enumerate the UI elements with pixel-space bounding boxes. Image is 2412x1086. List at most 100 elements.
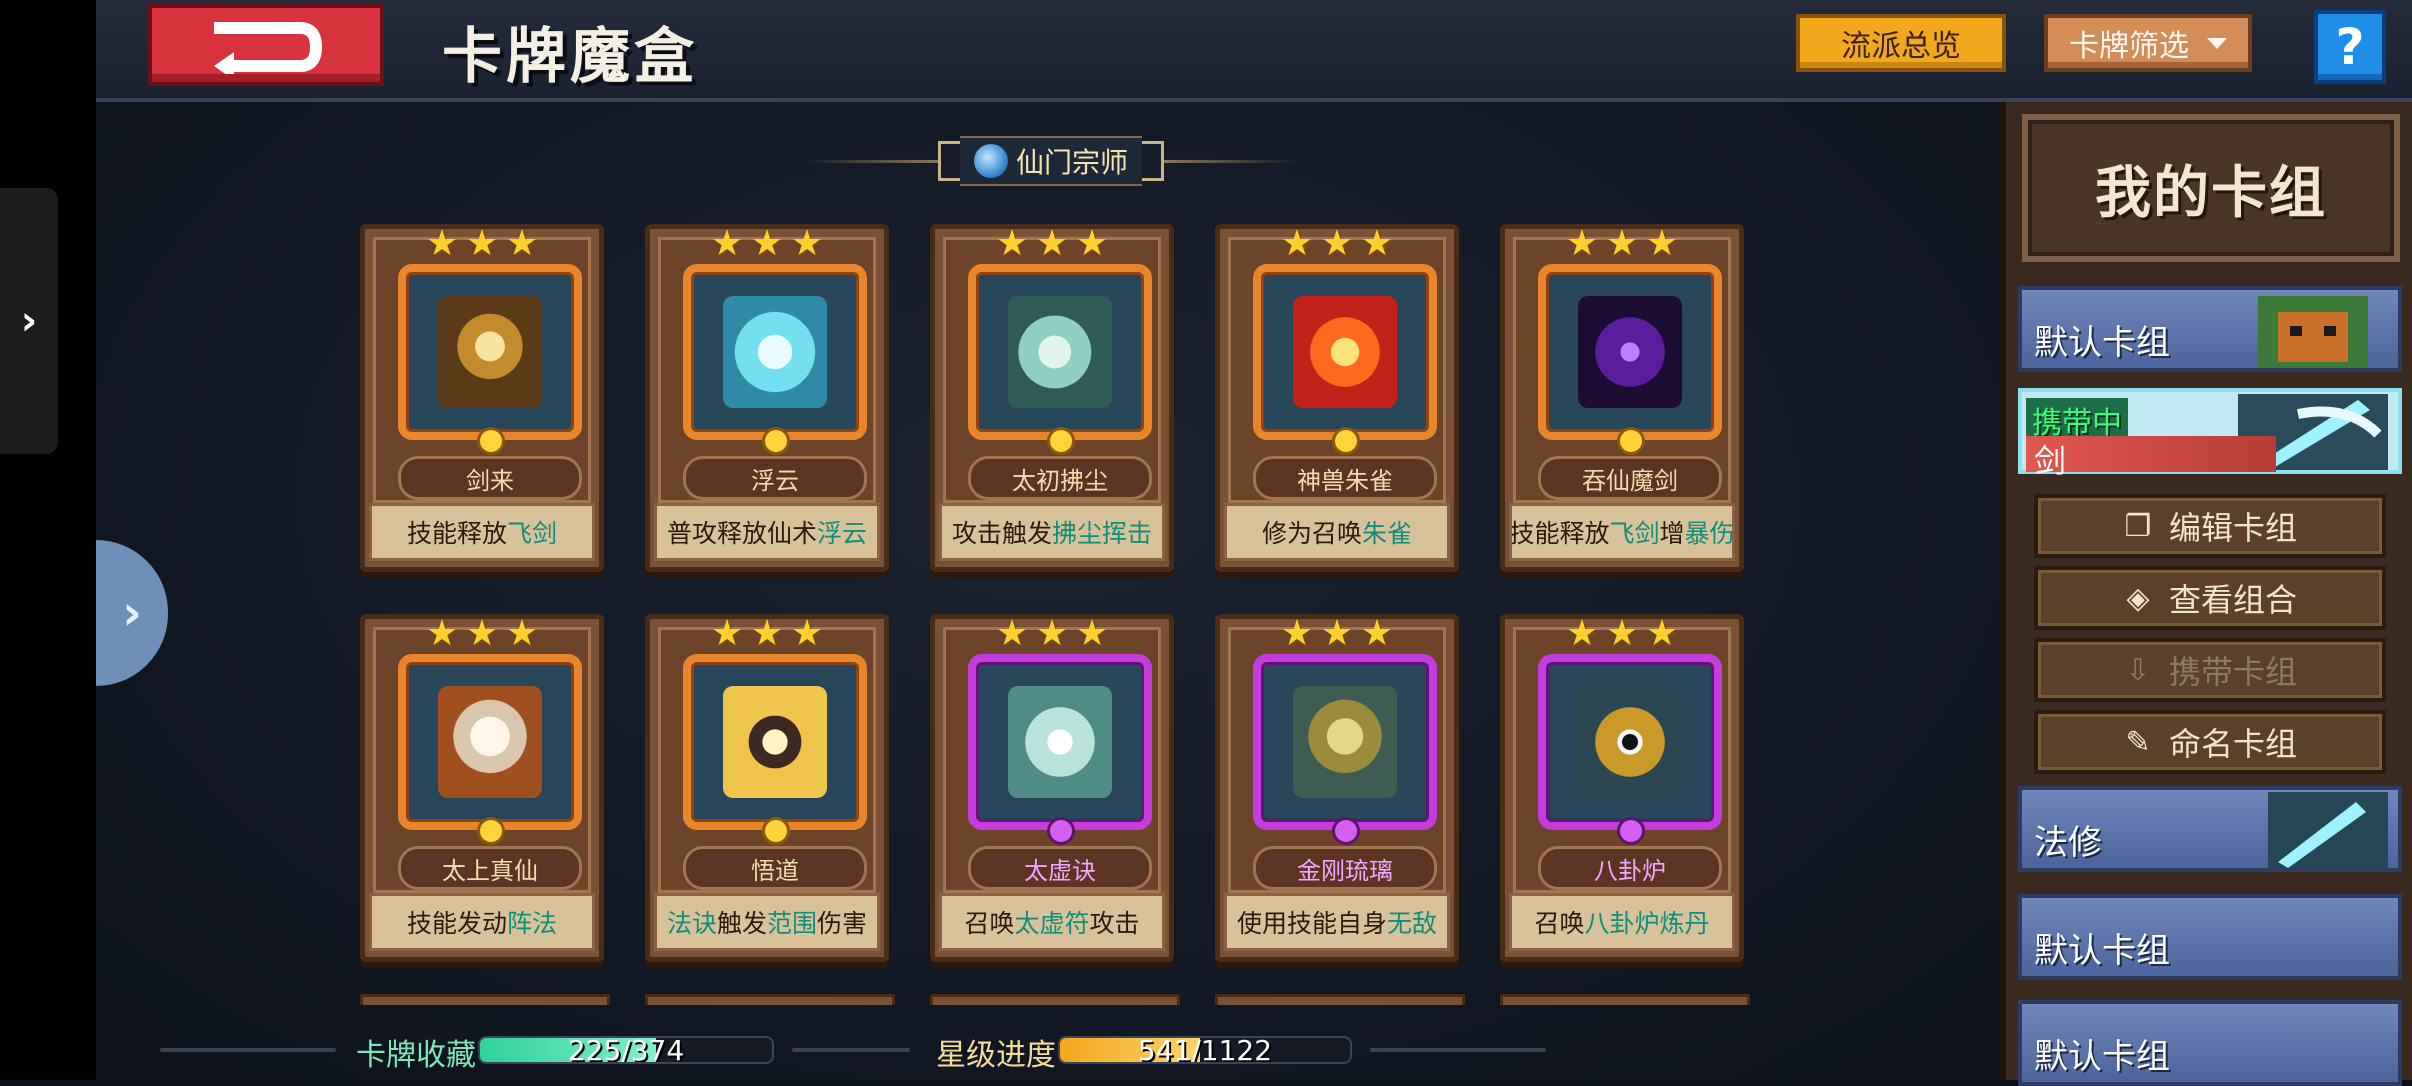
card-name: 浮云 [683, 456, 867, 500]
card-cloud[interactable]: ★ ★ ★ 浮云 普攻释放仙术 浮云 [645, 224, 889, 572]
description-text: 普攻释放仙术 [666, 519, 817, 548]
star-icon: ★ [995, 223, 1029, 264]
card-art-panel: ★ ★ ★ 太上真仙 [373, 616, 591, 893]
star-icon: ★ [465, 613, 499, 654]
download-icon: ⇩ [2125, 652, 2151, 688]
question-mark-icon: ? [2335, 18, 2365, 76]
description-highlight: 拂尘挥击 [1052, 519, 1153, 548]
card-sword[interactable]: ★ ★ ★ 剑来 技能释放 飞剑 [360, 224, 604, 572]
section-badge: 仙门宗师 [960, 136, 1143, 186]
star-icon: ★ [1320, 223, 1354, 264]
edit-deck-button[interactable]: ❐ 编辑卡组 [2034, 494, 2386, 558]
furnace-icon [1578, 686, 1682, 798]
back-button[interactable] [148, 4, 384, 86]
gem-icon [480, 430, 502, 452]
deck-label: 剑 [2026, 436, 2276, 480]
view-combo-label: 查看组合 [2168, 581, 2297, 619]
view-combo-button[interactable]: ◈ 查看组合 [2034, 566, 2386, 630]
demon-sword-icon [1578, 296, 1682, 408]
star-icon: ★ [1075, 613, 1109, 654]
talisman-icon [1008, 686, 1112, 798]
gem-icon [1335, 430, 1357, 452]
deck-item-fa-xiu[interactable]: 法修 [2018, 786, 2402, 872]
star-icon: ★ [1645, 613, 1679, 654]
card-furnace[interactable]: ★ ★ ★ 八卦炉 召唤 八卦炉炼丹 [1500, 614, 1744, 962]
style-overview-button[interactable]: 流派总览 [1796, 14, 2006, 72]
equip-deck-label: 携带卡组 [2168, 653, 2297, 691]
caret-down-icon [2207, 37, 2227, 49]
divider-line [806, 159, 938, 163]
divider-line [792, 1048, 910, 1052]
card-peek [645, 994, 895, 1005]
equip-deck-button[interactable]: ⇩ 携带卡组 [2034, 638, 2386, 702]
sword-thumbnail-icon [2268, 792, 2388, 868]
card-frame [398, 264, 582, 440]
star-icon: ★ [790, 223, 824, 264]
section-header: 仙门宗师 [806, 136, 1297, 186]
card-frame [1538, 264, 1722, 440]
sword-icon [438, 296, 542, 408]
gem-icon [480, 820, 502, 842]
deck-label: 法修 [2034, 823, 2102, 863]
description-highlight: 浮云 [817, 519, 868, 548]
card-name: 太虚诀 [968, 846, 1152, 890]
card-peek [1215, 994, 1465, 1005]
card-art-panel: ★ ★ ★ 神兽朱雀 [1228, 226, 1446, 503]
deck-item-default-3[interactable]: 默认卡组 [2018, 1000, 2402, 1086]
deck-label: 默认卡组 [2034, 931, 2170, 971]
card-filter-dropdown[interactable]: 卡牌筛选 [2044, 14, 2252, 72]
star-rating: ★ ★ ★ [376, 226, 588, 262]
star-rating: ★ ★ ★ [376, 616, 588, 652]
side-panel-expand-button[interactable]: › [0, 188, 58, 454]
gem-icon [1335, 820, 1357, 842]
card-frame [1538, 654, 1722, 830]
card-buddha[interactable]: ★ ★ ★ 金刚琉璃 使用技能自身 无敌 [1215, 614, 1459, 962]
chevron-right-icon: › [122, 585, 142, 641]
gem-icon [1050, 820, 1072, 842]
description-text: 使用技能自身 [1236, 909, 1387, 938]
top-bar: 卡牌魔盒 流派总览 卡牌筛选 ? [96, 0, 2412, 102]
star-icon: ★ [1035, 613, 1069, 654]
help-button[interactable]: ? [2314, 10, 2386, 84]
star-icon: ★ [1645, 223, 1679, 264]
deck-item-default-2[interactable]: 默认卡组 [2018, 894, 2402, 980]
star-icon: ★ [750, 223, 784, 264]
star-icon: ★ [1280, 613, 1314, 654]
star-icon: ★ [1360, 613, 1394, 654]
card-whisk[interactable]: ★ ★ ★ 太初拂尘 攻击触发 拂尘挥击 [930, 224, 1174, 572]
star-icon: ★ [1035, 223, 1069, 264]
card-filter-label: 卡牌筛选 [2069, 29, 2189, 64]
card-description: 修为召唤 朱雀 [1224, 503, 1450, 561]
description-text: 技能释放 [1509, 519, 1610, 548]
divider-line [1370, 1048, 1546, 1052]
description-highlight: 飞剑 [1609, 519, 1660, 548]
card-demon-sword[interactable]: ★ ★ ★ 吞仙魔剑 技能释放 飞剑增暴伤 [1500, 224, 1744, 572]
star-rating: ★ ★ ★ [1516, 616, 1728, 652]
deck-item-sword-active[interactable]: 携带中 剑 [2018, 388, 2402, 480]
star-icon: ★ [1605, 613, 1639, 654]
description-text: 触发 [716, 909, 767, 938]
card-frame [968, 654, 1152, 830]
card-art-panel: ★ ★ ★ 金刚琉璃 [1228, 616, 1446, 893]
star-icon: ★ [710, 223, 744, 264]
card-peek [1500, 994, 1750, 1005]
card-description: 法诀 触发 范围 伤害 [654, 893, 880, 951]
card-talisman[interactable]: ★ ★ ★ 太虚诀 召唤 太虚符 攻击 [930, 614, 1174, 962]
deck-item-default-1[interactable]: 默认卡组 [2018, 286, 2402, 372]
card-immortal[interactable]: ★ ★ ★ 太上真仙 技能发动 阵法 [360, 614, 604, 962]
eye-icon: ◈ [2126, 580, 2150, 616]
chevron-right-icon: › [20, 298, 38, 344]
card-meditate[interactable]: ★ ★ ★ 悟道 法诀 触发 范围 伤害 [645, 614, 889, 962]
description-text: 召唤 [1534, 909, 1585, 938]
star-rating: ★ ★ ★ [1231, 616, 1443, 652]
description-highlight: 阵法 [507, 909, 558, 938]
rename-deck-button[interactable]: ✎ 命名卡组 [2034, 710, 2386, 774]
card-description: 技能发动 阵法 [369, 893, 595, 951]
card-phoenix[interactable]: ★ ★ ★ 神兽朱雀 修为召唤 朱雀 [1215, 224, 1459, 572]
card-description: 技能释放 飞剑增暴伤 [1509, 503, 1735, 561]
edit-deck-label: 编辑卡组 [2168, 509, 2297, 547]
description-highlight: 太虚符 [1014, 909, 1090, 938]
star-rating: ★ ★ ★ [1231, 226, 1443, 262]
card-art-panel: ★ ★ ★ 太虚诀 [943, 616, 1161, 893]
card-frame [398, 654, 582, 830]
